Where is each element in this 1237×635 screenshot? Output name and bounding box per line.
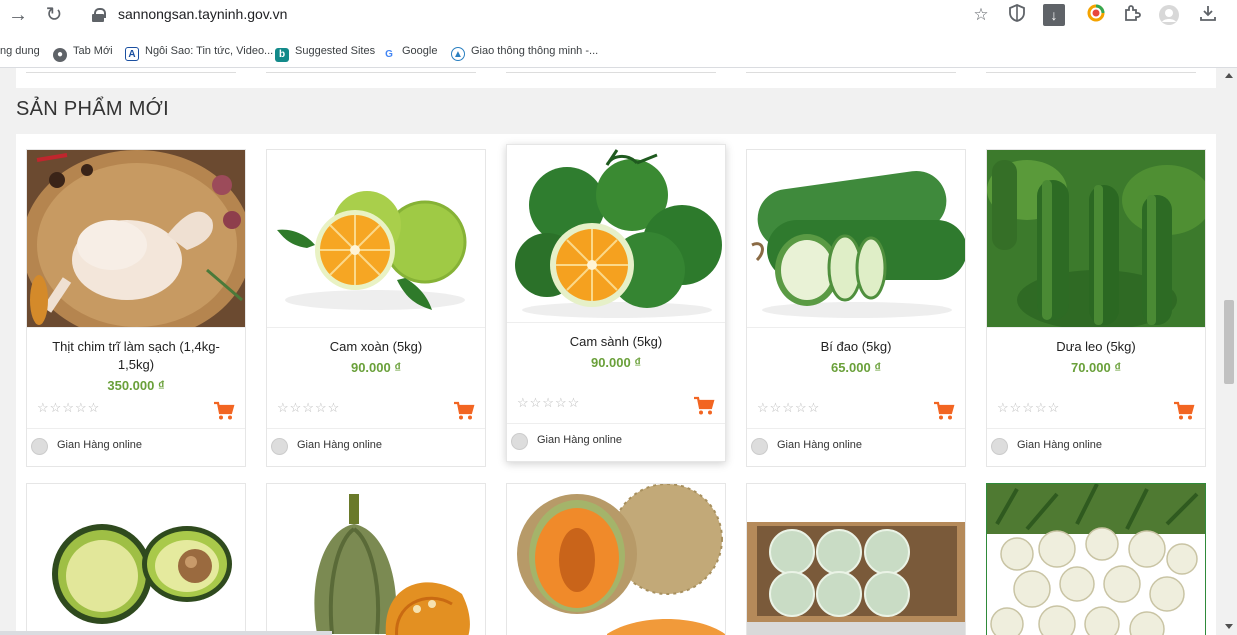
product-name[interactable]: Dưa leo (5kg)	[995, 338, 1197, 356]
product-price: 65.000 ₫	[830, 360, 882, 375]
shop-row[interactable]: Gian Hàng online	[27, 428, 245, 466]
bookmark-giao-thong[interactable]: ▲ Giao thông thông minh -...	[451, 42, 598, 61]
divider	[746, 72, 956, 73]
add-to-cart-icon[interactable]	[1173, 401, 1195, 421]
rating-stars[interactable]: ☆☆☆☆☆	[277, 400, 340, 416]
add-to-cart-icon[interactable]	[693, 396, 715, 416]
profile-avatar-icon[interactable]	[1157, 4, 1181, 28]
lock-icon[interactable]	[92, 8, 106, 22]
reload-icon[interactable]: ↻	[42, 4, 66, 26]
product-card[interactable]: Cam xoàn (5kg) 90.000 ₫ ☆☆☆☆☆ Gian Hàng …	[266, 149, 486, 467]
url-text[interactable]: sannongsan.tayninh.gov.vn	[118, 6, 287, 22]
divider	[266, 72, 476, 73]
shop-row[interactable]: Gian Hàng online	[267, 428, 485, 466]
bookmarks-bar: ng dung ● Tab Mới A Ngôi Sao: Tin tức, Vid…	[0, 32, 1237, 68]
shop-row[interactable]: Gian Hàng online	[507, 423, 725, 461]
bookmark-new-tab[interactable]: ● Tab Mới	[53, 42, 113, 62]
product-image-cam-sanh[interactable]	[507, 145, 725, 323]
product-price: 70.000 ₫	[1070, 360, 1122, 375]
shop-avatar	[271, 438, 288, 455]
shop-avatar	[751, 438, 768, 455]
rating-stars[interactable]: ☆☆☆☆☆	[517, 395, 580, 411]
bookmark-apps[interactable]: ng dung	[0, 42, 40, 60]
bookmark-google[interactable]: G Google	[382, 42, 437, 60]
forward-icon[interactable]: →	[6, 4, 30, 26]
shop-name[interactable]: Gian Hàng online	[1017, 439, 1102, 451]
product-name[interactable]: Cam sành (5kg)	[515, 333, 717, 351]
traffic-logo-icon: ▲	[451, 47, 465, 61]
product-card[interactable]	[26, 483, 246, 635]
shop-name[interactable]: Gian Hàng online	[537, 434, 622, 446]
rating-stars[interactable]: ☆☆☆☆☆	[37, 400, 100, 416]
product-card[interactable]: Dưa leo (5kg) 70.000 ₫ ☆☆☆☆☆ Gian Hàng o…	[986, 149, 1206, 467]
product-image-cam-xoan[interactable]	[267, 150, 485, 328]
puzzle-icon[interactable]	[1120, 4, 1144, 28]
page-scrollbar[interactable]	[1221, 68, 1237, 635]
product-price: 90.000 ₫	[590, 355, 642, 370]
section-title: SẢN PHẨM MỚI	[16, 98, 169, 120]
shop-avatar	[31, 438, 48, 455]
product-image-bi-dao[interactable]	[747, 150, 965, 328]
divider	[986, 72, 1196, 73]
product-name[interactable]: Bí đao (5kg)	[755, 338, 957, 356]
product-image-pheasant[interactable]	[27, 150, 245, 328]
star-icon[interactable]: ☆	[970, 4, 992, 26]
scroll-up-arrow-icon[interactable]	[1225, 73, 1233, 78]
shop-row[interactable]: Gian Hàng online	[987, 428, 1205, 466]
product-image-avocado[interactable]	[27, 484, 245, 635]
add-to-cart-icon[interactable]	[213, 401, 235, 421]
previous-section-strip	[16, 68, 1216, 88]
shop-name[interactable]: Gian Hàng online	[57, 439, 142, 451]
extension-colorful-icon[interactable]	[1084, 4, 1108, 28]
divider	[26, 72, 236, 73]
shop-name[interactable]: Gian Hàng online	[297, 439, 382, 451]
product-card[interactable]	[506, 483, 726, 635]
product-name[interactable]: Cam xoàn (5kg)	[275, 338, 477, 356]
scrollbar-thumb[interactable]	[1224, 300, 1234, 384]
scroll-down-arrow-icon[interactable]	[1225, 624, 1233, 629]
product-image-melon-box[interactable]	[747, 484, 965, 635]
globe-icon: ●	[53, 48, 67, 62]
shop-row[interactable]: Gian Hàng online	[747, 428, 965, 466]
bing-icon: b	[275, 48, 289, 62]
product-card[interactable]	[746, 483, 966, 635]
google-icon: G	[385, 49, 393, 60]
product-name[interactable]: Thịt chim trĩ làm sạch (1,4kg-1,5kg)	[35, 338, 237, 374]
product-card[interactable]: Bí đao (5kg) 65.000 ₫ ☆☆☆☆☆ Gian Hàng on…	[746, 149, 966, 467]
shop-avatar	[991, 438, 1008, 455]
product-card[interactable]: Thịt chim trĩ làm sạch (1,4kg-1,5kg) 350…	[26, 149, 246, 467]
product-image-turnips[interactable]	[987, 484, 1205, 635]
download-icon[interactable]	[1196, 4, 1220, 28]
shop-avatar	[511, 433, 528, 450]
product-card-hovered[interactable]: Cam sành (5kg) 90.000 ₫ ☆☆☆☆☆ Gian Hàng …	[506, 144, 726, 462]
product-image-pumpkin[interactable]	[267, 484, 485, 635]
product-image-dua-leo[interactable]	[987, 150, 1205, 328]
page-content: SẢN PHẨM MỚI Thịt chim trĩ làm sạch (1,4…	[0, 68, 1221, 635]
product-card[interactable]	[266, 483, 486, 635]
download-arrow-icon[interactable]: ↓	[1043, 4, 1065, 26]
status-bar	[0, 631, 332, 635]
add-to-cart-icon[interactable]	[933, 401, 955, 421]
product-card[interactable]	[986, 483, 1206, 635]
divider	[506, 72, 716, 73]
shop-name[interactable]: Gian Hàng online	[777, 439, 862, 451]
shield-icon[interactable]	[1006, 4, 1028, 26]
add-to-cart-icon[interactable]	[453, 401, 475, 421]
ngoisao-logo-icon: A	[125, 47, 139, 61]
rating-stars[interactable]: ☆☆☆☆☆	[757, 400, 820, 416]
product-image-cantaloupe[interactable]	[507, 484, 725, 635]
product-price: 350.000 ₫	[107, 378, 165, 393]
bookmark-suggested-sites[interactable]: b Suggested Sites	[275, 42, 375, 62]
rating-stars[interactable]: ☆☆☆☆☆	[997, 400, 1060, 416]
product-price: 90.000 ₫	[350, 360, 402, 375]
address-bar[interactable]: sannongsan.tayninh.gov.vn ☆ ↓	[80, 0, 1070, 30]
bookmark-ngoisao[interactable]: A Ngôi Sao: Tin tức, Video...	[125, 42, 273, 61]
browser-toolbar: → ↻ sannongsan.tayninh.gov.vn ☆ ↓	[0, 0, 1237, 32]
